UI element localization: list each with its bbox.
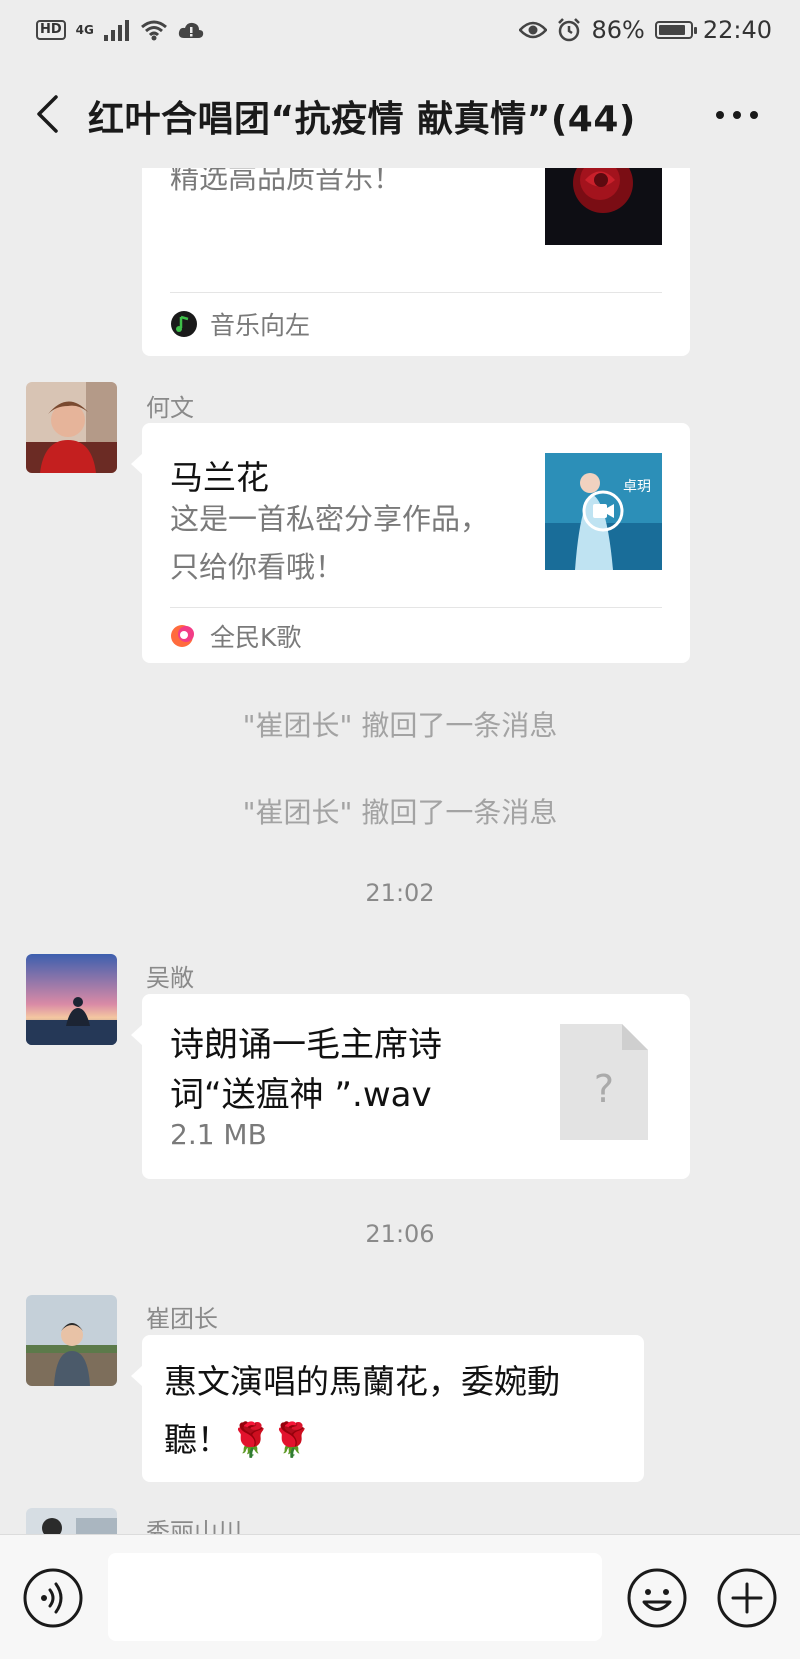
card-description: 这是一首私密分享作品，只给你看哦！	[170, 502, 490, 584]
input-bar	[0, 1534, 800, 1659]
avatar[interactable]	[26, 1508, 117, 1534]
alarm-icon	[558, 18, 581, 42]
battery-fill	[658, 25, 685, 35]
avatar[interactable]	[26, 954, 117, 1045]
card-title: 马兰花	[170, 458, 269, 497]
wifi-icon	[140, 20, 167, 41]
cloud-alert-icon	[178, 22, 204, 38]
text-message-bubble[interactable]: 惠文演唱的馬蘭花，委婉動聽！🌹🌹	[131, 1335, 644, 1482]
source-label: 全民K歌	[210, 623, 302, 652]
card-description: 精选高品质音乐！	[170, 168, 403, 195]
file-size: 2.1 MB	[170, 1118, 267, 1151]
sender-name: 吴敞	[146, 964, 194, 992]
message-text: 惠文演唱的馬蘭花，委婉動聽！🌹🌹	[164, 1362, 560, 1459]
eye-icon	[519, 21, 548, 39]
clock: 22:40	[702, 16, 772, 44]
plus-icon	[717, 1568, 777, 1628]
avatar[interactable]	[26, 1295, 117, 1386]
signal-icon	[103, 20, 129, 41]
chat-message-list[interactable]: 精选高品质音乐！ 音乐向左 何文 马兰花 这是一首私密分享作品，只给你看哦！ 卓…	[0, 168, 800, 1534]
more-functions-button[interactable]	[716, 1567, 778, 1629]
rose-image	[545, 168, 662, 245]
battery-icon	[654, 21, 697, 39]
more-options-button[interactable]	[712, 100, 762, 130]
timestamp: 21:06	[365, 1220, 435, 1248]
timestamp: 21:02	[365, 879, 435, 907]
hd-badge: HD	[36, 20, 66, 40]
chevron-left-icon	[37, 95, 58, 133]
voice-input-button[interactable]	[22, 1567, 84, 1629]
chat-header: 红叶合唱团“抗疫情 献真情”(44)	[0, 60, 800, 168]
sender-name: 何文	[146, 394, 194, 422]
svg-text:?: ?	[594, 1067, 614, 1111]
video-thumbnail-image: 卓玥	[545, 453, 662, 570]
music-share-card[interactable]: 精选高品质音乐！ 音乐向左	[142, 168, 690, 356]
song-share-card[interactable]: 马兰花 这是一首私密分享作品，只给你看哦！ 卓玥 全民K歌	[131, 423, 690, 663]
emoji-button[interactable]	[626, 1567, 688, 1629]
file-name: 诗朗诵一毛主席诗词“送瘟神 ”.wav	[170, 1025, 442, 1115]
kge-app-icon	[171, 625, 194, 647]
emoji-icon	[627, 1568, 687, 1628]
back-button[interactable]	[28, 90, 68, 138]
sender-name: 秀丽山川	[146, 1518, 242, 1534]
card-source: 音乐向左	[170, 306, 310, 342]
battery-percent: 86%	[591, 16, 645, 44]
recall-notice: "崔团长" 撤回了一条消息	[242, 709, 558, 742]
more-icon	[716, 111, 758, 119]
card-thumbnail	[545, 168, 662, 245]
music-app-icon	[171, 311, 197, 337]
card-source: 全民K歌	[170, 618, 301, 654]
avatar[interactable]	[26, 382, 117, 473]
status-bar: HD 4G 86% 22:40	[0, 0, 800, 60]
source-label: 音乐向左	[210, 311, 311, 340]
chat-title: 红叶合唱团“抗疫情 献真情”(44)	[88, 99, 636, 140]
message-input[interactable]	[108, 1553, 602, 1641]
network-label: 4G	[75, 23, 94, 37]
recall-notice: "崔团长" 撤回了一条消息	[242, 796, 558, 829]
voice-icon	[23, 1568, 83, 1628]
card-thumbnail: 卓玥	[545, 453, 662, 570]
svg-text:卓玥: 卓玥	[623, 479, 651, 495]
file-message-card[interactable]: 诗朗诵一毛主席诗词“送瘟神 ”.wav 2.1 MB ?	[131, 994, 690, 1179]
unknown-file-icon: ?	[560, 1024, 648, 1140]
sender-name: 崔团长	[146, 1305, 218, 1333]
